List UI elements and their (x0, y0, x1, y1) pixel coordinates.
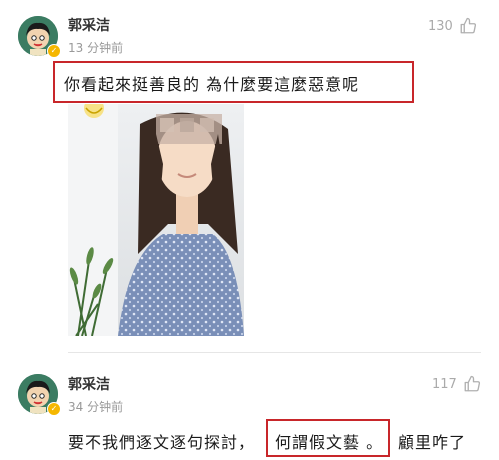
avatar[interactable]: ✓ (18, 16, 61, 58)
like-count: 130 (428, 18, 453, 34)
comment-text-highlight: 何謂假文藝 。 (275, 433, 384, 452)
comment-text-prefix: 要不我們逐文逐句探討， (68, 433, 256, 452)
verified-badge-icon: ✓ (47, 402, 61, 416)
verified-badge-icon: ✓ (47, 44, 61, 58)
like-count: 117 (432, 376, 457, 392)
comment-text: 你看起來挺善良的 為什麼要這麼惡意呢 (64, 75, 360, 94)
divider (68, 352, 481, 353)
comment-time: 34 分钟前 (68, 400, 124, 414)
comment-text-suffix: 顧里咋了 (398, 433, 467, 452)
comment-photo[interactable] (68, 104, 244, 336)
photo-image (68, 104, 244, 336)
thumbs-up-icon (459, 17, 477, 35)
avatar[interactable]: ✓ (18, 374, 61, 416)
like-button[interactable]: 117 (432, 375, 481, 393)
like-button[interactable]: 130 (428, 17, 477, 35)
thumbs-up-icon (463, 375, 481, 393)
comment-username[interactable]: 郭采洁 (68, 15, 110, 35)
comment-time: 13 分钟前 (68, 41, 124, 55)
comment-username[interactable]: 郭采洁 (68, 374, 110, 394)
